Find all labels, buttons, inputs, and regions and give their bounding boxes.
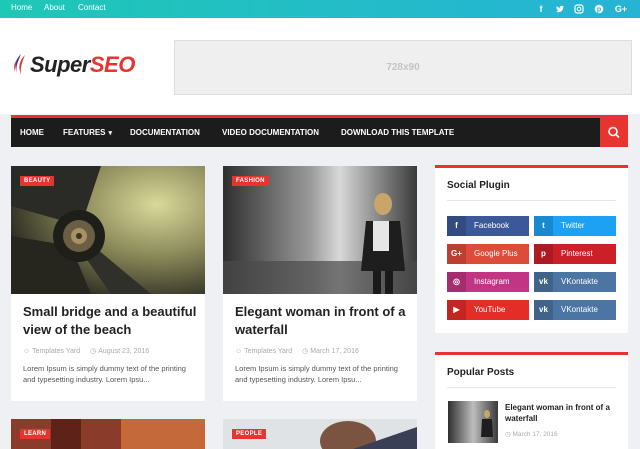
vk-icon: vk	[534, 300, 553, 320]
clock-icon: ◷	[90, 348, 97, 355]
author-icon: ☺	[235, 348, 243, 355]
category-badge[interactable]: PEOPLE	[232, 429, 267, 439]
google-plus-icon[interactable]: G+	[613, 3, 629, 15]
twitter-icon: t	[534, 216, 553, 236]
popular-post-date-text: March 17, 2016	[512, 431, 558, 438]
site-header: SuperSEO 728x90	[0, 18, 640, 114]
post-card[interactable]: FASHION Elegant woman in front of a wate…	[223, 166, 417, 401]
waterfall-woman-thumb	[448, 401, 498, 443]
logo-text-super: Super	[30, 52, 90, 77]
post-title[interactable]: Small bridge and a beautiful view of the…	[23, 303, 198, 339]
social-button-vkontakte[interactable]: vk VKontakte	[534, 272, 616, 292]
logo-text-seo: SEO	[89, 52, 135, 77]
post-author[interactable]: Templates Yard	[32, 348, 80, 355]
vk-icon: vk	[534, 272, 553, 292]
nav-home[interactable]: HOME	[20, 118, 44, 147]
ad-banner[interactable]: 728x90	[174, 40, 632, 95]
popular-post-date: ◷ March 17, 2016	[505, 430, 558, 438]
post-author[interactable]: Templates Yard	[244, 348, 292, 355]
social-button-label: VKontakte	[561, 305, 598, 314]
post-meta: ☺ Templates Yard ◷ August 23, 2016	[23, 347, 157, 355]
widget-title: Popular Posts	[447, 367, 515, 378]
post-date: March 17, 2016	[310, 348, 359, 355]
twitter-icon[interactable]	[554, 3, 566, 15]
category-badge[interactable]: FASHION	[232, 176, 269, 186]
post-title[interactable]: Elegant woman in front of a waterfall	[235, 303, 410, 339]
post-excerpt: Lorem Ipsum is simply dummy text of the …	[235, 364, 398, 384]
youtube-icon: ▶	[447, 300, 466, 320]
nav-features[interactable]: FEATURES ▾	[63, 118, 112, 147]
pinterest-icon: p	[534, 244, 553, 264]
top-link-contact[interactable]: Contact	[78, 3, 106, 12]
social-button-google-plus[interactable]: G+ Google Plus	[447, 244, 529, 264]
popular-post-thumbnail[interactable]	[448, 401, 498, 443]
social-button-vkontakte[interactable]: vk VKontakte	[534, 300, 616, 320]
social-button-label: Facebook	[474, 221, 510, 230]
social-button-label: Twitter	[561, 221, 585, 230]
facebook-icon: f	[447, 216, 466, 236]
chevron-down-icon: ▾	[108, 130, 113, 137]
nav-features-label: FEATURES	[63, 128, 106, 137]
widget-title: Social Plugin	[447, 180, 510, 191]
author-icon: ☺	[23, 348, 31, 355]
social-button-pinterest[interactable]: p Pinterest	[534, 244, 616, 264]
social-button-label: Instagram	[474, 277, 510, 286]
top-link-home[interactable]: Home	[11, 3, 32, 12]
social-button-facebook[interactable]: f Facebook	[447, 216, 529, 236]
divider	[447, 387, 616, 388]
category-badge[interactable]: LEARN	[20, 429, 51, 439]
social-button-twitter[interactable]: t Twitter	[534, 216, 616, 236]
post-card[interactable]: PEOPLE	[223, 419, 417, 449]
social-button-youtube[interactable]: ▶ YouTube	[447, 300, 529, 320]
post-card[interactable]: BEAUTY Small bridge and a beautiful view…	[11, 166, 205, 401]
facebook-icon[interactable]: f	[535, 3, 547, 15]
nav-documentation[interactable]: DOCUMENTATION	[130, 118, 200, 147]
social-button-label: Pinterest	[561, 249, 593, 258]
social-button-label: VKontakte	[561, 277, 598, 286]
search-button[interactable]	[600, 118, 628, 147]
nav-download-template[interactable]: DOWNLOAD THIS TEMPLATE	[341, 118, 454, 147]
nav-video-documentation[interactable]: VIDEO DOCUMENTATION	[222, 118, 319, 147]
instagram-icon: ◎	[447, 272, 466, 292]
popular-post-title[interactable]: Elegant woman in front of a waterfall	[505, 402, 623, 424]
social-button-instagram[interactable]: ◎ Instagram	[447, 272, 529, 292]
top-link-about[interactable]: About	[44, 3, 65, 12]
clock-icon: ◷	[302, 348, 309, 355]
social-button-label: Google Plus	[474, 249, 518, 258]
top-bar: Home About Contact f p G+	[0, 0, 640, 18]
social-button-label: YouTube	[474, 305, 506, 314]
social-plugin-widget: Social Plugin f Facebook t Twitter G+ Google …	[435, 165, 628, 333]
search-icon	[608, 126, 620, 139]
post-date: August 23, 2016	[98, 348, 150, 355]
flame-logo-icon	[14, 54, 25, 75]
main-nav: HOME FEATURES ▾ DOCUMENTATION VIDEO DOCUM…	[11, 115, 628, 147]
google-plus-icon: G+	[447, 244, 466, 264]
post-card[interactable]: LEARN	[11, 419, 205, 449]
divider	[447, 200, 616, 201]
svg-text:p: p	[597, 7, 601, 14]
instagram-icon[interactable]	[573, 3, 585, 15]
category-badge[interactable]: BEAUTY	[20, 176, 55, 186]
post-excerpt: Lorem Ipsum is simply dummy text of the …	[23, 364, 186, 384]
post-meta: ☺ Templates Yard ◷ March 17, 2016	[235, 347, 367, 355]
pinterest-icon[interactable]: p	[593, 3, 605, 15]
